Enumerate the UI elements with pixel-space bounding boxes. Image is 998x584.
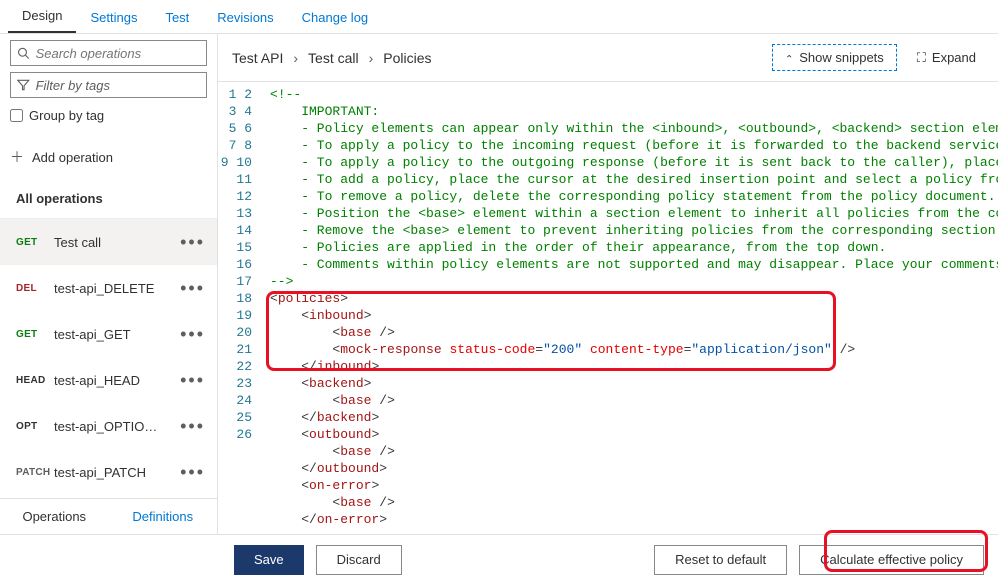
op-menu-icon[interactable]: ••• — [176, 232, 209, 253]
show-snippets-button[interactable]: ⌄ Show snippets — [772, 44, 897, 71]
sidebar-bottom-tabs: Operations Definitions — [0, 498, 217, 534]
crumb-policies: Policies — [383, 50, 431, 66]
add-op-label: Add operation — [32, 150, 113, 165]
all-operations-header[interactable]: All operations — [0, 181, 217, 218]
plus-icon: ＋ — [10, 147, 24, 167]
tab-test[interactable]: Test — [151, 2, 203, 33]
editor-pane: Test API › Test call › Policies ⌄ Show s… — [218, 34, 998, 534]
tab-operations[interactable]: Operations — [0, 499, 109, 534]
top-tabs: Design Settings Test Revisions Change lo… — [0, 0, 998, 34]
method-badge: GET — [16, 329, 54, 340]
search-icon — [17, 46, 30, 60]
snippets-label: Show snippets — [799, 50, 884, 65]
op-item-options[interactable]: OPT test-api_OPTIO… ••• — [0, 403, 217, 449]
op-label: Test call — [54, 235, 176, 250]
method-badge: OPT — [16, 421, 54, 432]
op-item-head[interactable]: HEAD test-api_HEAD ••• — [0, 357, 217, 403]
code-content[interactable]: <!-- IMPORTANT: - Policy elements can ap… — [262, 82, 998, 534]
op-item-delete[interactable]: DEL test-api_DELETE ••• — [0, 265, 217, 311]
tab-changelog[interactable]: Change log — [288, 2, 383, 33]
tab-design[interactable]: Design — [8, 0, 76, 33]
search-input[interactable] — [10, 40, 207, 66]
op-item-patch[interactable]: PATCH test-api_PATCH ••• — [0, 449, 217, 495]
op-item-test-call[interactable]: GET Test call ••• — [0, 219, 217, 265]
method-badge: HEAD — [16, 375, 54, 386]
method-badge: DEL — [16, 283, 54, 294]
op-menu-icon[interactable]: ••• — [176, 370, 209, 391]
method-badge: GET — [16, 237, 54, 248]
op-label: test-api_OPTIO… — [54, 419, 176, 434]
op-menu-icon[interactable]: ••• — [176, 462, 209, 483]
code-editor[interactable]: 1 2 3 4 5 6 7 8 9 10 11 12 13 14 15 16 1… — [218, 82, 998, 534]
add-operation[interactable]: ＋ Add operation — [0, 133, 217, 181]
method-badge: PATCH — [16, 467, 54, 478]
group-by-tag[interactable]: Group by tag — [0, 104, 217, 133]
op-item-get[interactable]: GET test-api_GET ••• — [0, 311, 217, 357]
discard-button[interactable]: Discard — [316, 545, 402, 575]
op-menu-icon[interactable]: ••• — [176, 278, 209, 299]
op-label: test-api_DELETE — [54, 281, 176, 296]
filter-icon — [17, 78, 30, 92]
expand-label: Expand — [932, 50, 976, 65]
reset-button[interactable]: Reset to default — [654, 545, 787, 575]
expand-icon: ⛶ — [917, 50, 926, 66]
op-label: test-api_HEAD — [54, 373, 176, 388]
sidebar: Filter by tags Group by tag ＋ Add operat… — [0, 34, 218, 534]
group-checkbox[interactable] — [10, 109, 23, 122]
group-label: Group by tag — [29, 108, 104, 123]
breadcrumb: Test API › Test call › Policies — [232, 50, 432, 66]
op-menu-icon[interactable]: ••• — [176, 416, 209, 437]
crumb-api[interactable]: Test API — [232, 50, 283, 66]
calc-policy-button[interactable]: Calculate effective policy — [799, 545, 984, 575]
op-label: test-api_PATCH — [54, 465, 176, 480]
op-menu-icon[interactable]: ••• — [176, 324, 209, 345]
tab-revisions[interactable]: Revisions — [203, 2, 287, 33]
tab-definitions[interactable]: Definitions — [109, 499, 218, 534]
op-label: test-api_GET — [54, 327, 176, 342]
tab-settings[interactable]: Settings — [76, 2, 151, 33]
operation-list: GET Test call ••• DEL test-api_DELETE ••… — [0, 218, 217, 498]
filter-input[interactable]: Filter by tags — [10, 72, 207, 98]
chevron-down-icon: ⌄ — [785, 52, 793, 63]
crumb-op[interactable]: Test call — [308, 50, 359, 66]
line-gutter: 1 2 3 4 5 6 7 8 9 10 11 12 13 14 15 16 1… — [218, 82, 262, 534]
filter-placeholder: Filter by tags — [36, 78, 200, 93]
expand-button[interactable]: ⛶ Expand — [909, 45, 984, 71]
search-field[interactable] — [36, 46, 200, 61]
footer: Save Discard Reset to default Calculate … — [0, 534, 998, 584]
save-button[interactable]: Save — [234, 545, 304, 575]
